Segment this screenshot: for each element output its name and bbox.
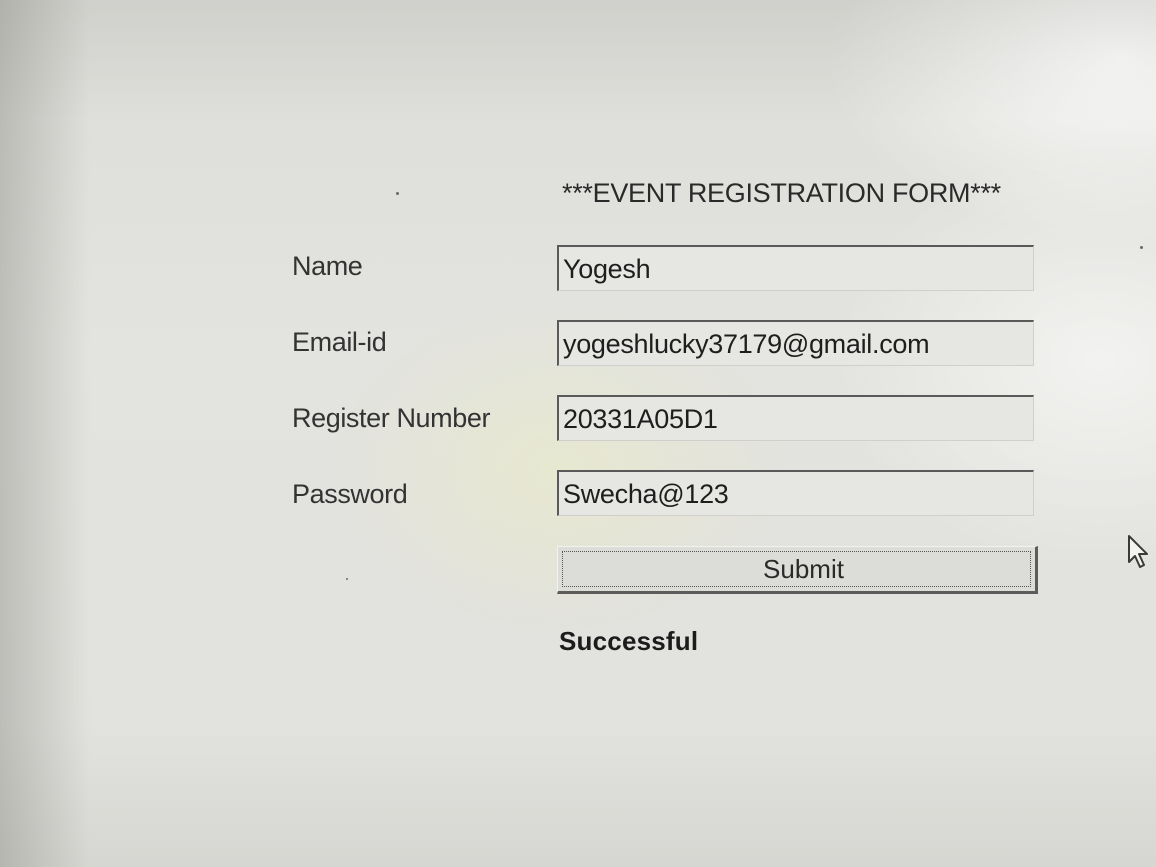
register-number-label: Register Number xyxy=(292,403,491,433)
screen-speck xyxy=(346,578,348,580)
submit-button-label: Submit xyxy=(562,551,1031,587)
password-label: Password xyxy=(292,479,408,509)
name-label: Name xyxy=(292,251,363,281)
form-title: ***EVENT REGISTRATION FORM*** xyxy=(562,178,1001,208)
name-input[interactable] xyxy=(557,245,1034,291)
screen-speck xyxy=(396,192,399,195)
email-label: Email-id xyxy=(292,327,387,357)
password-input[interactable] xyxy=(557,470,1034,516)
register-number-input[interactable] xyxy=(557,395,1034,441)
status-message: Successful xyxy=(559,626,699,656)
mouse-pointer-icon xyxy=(1126,534,1152,574)
submit-button[interactable]: Submit xyxy=(557,546,1038,594)
screen-speck xyxy=(1140,246,1143,249)
email-input[interactable] xyxy=(557,320,1034,366)
